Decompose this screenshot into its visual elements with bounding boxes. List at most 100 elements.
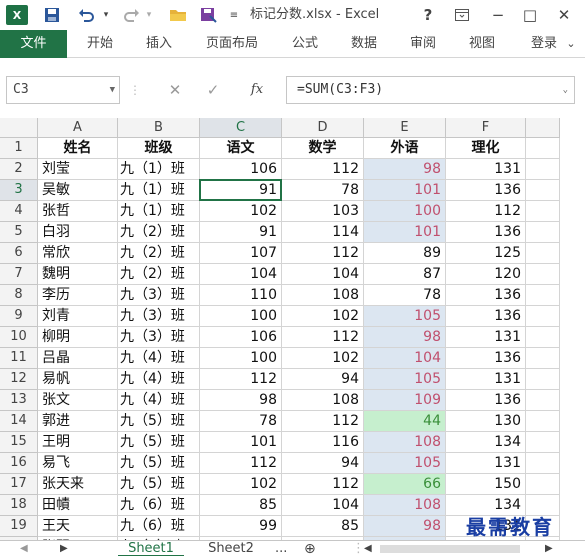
table-cell[interactable]: 常欣 bbox=[38, 243, 118, 264]
column-header-b[interactable]: B bbox=[118, 118, 200, 138]
table-cell[interactable]: 134 bbox=[446, 432, 526, 453]
table-cell[interactable]: 110 bbox=[200, 285, 282, 306]
insert-function-icon[interactable]: fx bbox=[242, 76, 272, 104]
table-cell[interactable]: 101 bbox=[200, 432, 282, 453]
tab-sheet2[interactable]: Sheet2 bbox=[198, 541, 264, 556]
column-header-d[interactable]: D bbox=[282, 118, 364, 138]
table-cell[interactable]: 九（2）班 bbox=[118, 264, 200, 285]
empty-cell[interactable] bbox=[526, 306, 560, 327]
empty-cell[interactable] bbox=[526, 390, 560, 411]
table-cell[interactable]: 101 bbox=[364, 180, 446, 201]
customize-qat-icon[interactable]: ≡ bbox=[228, 3, 240, 27]
enter-entry-icon[interactable]: ✓ bbox=[198, 76, 228, 104]
table-cell[interactable]: 112 bbox=[282, 159, 364, 180]
minimize-button[interactable]: − bbox=[486, 3, 510, 27]
save-as-icon[interactable] bbox=[197, 3, 221, 27]
table-cell[interactable]: 九（4）班 bbox=[118, 369, 200, 390]
table-cell[interactable]: 131 bbox=[446, 327, 526, 348]
table-cell[interactable]: 九（3）班 bbox=[118, 327, 200, 348]
table-cell[interactable]: 89 bbox=[364, 243, 446, 264]
empty-cell[interactable] bbox=[526, 180, 560, 201]
expand-formula-icon[interactable]: ⌄ bbox=[563, 77, 568, 103]
undo-icon[interactable] bbox=[72, 3, 102, 27]
table-cell[interactable]: 131 bbox=[446, 369, 526, 390]
table-cell[interactable]: 李历 bbox=[38, 285, 118, 306]
table-cell[interactable]: 九（5）班 bbox=[118, 411, 200, 432]
tab-home[interactable]: 开始 bbox=[78, 30, 122, 58]
table-cell[interactable]: 101 bbox=[364, 222, 446, 243]
ribbon-display-icon[interactable] bbox=[450, 3, 474, 27]
table-cell[interactable]: 78 bbox=[364, 285, 446, 306]
redo-dropdown-icon[interactable]: ▾ bbox=[143, 3, 155, 27]
empty-cell[interactable] bbox=[526, 201, 560, 222]
select-all-corner[interactable] bbox=[0, 118, 38, 138]
column-header-e[interactable]: E bbox=[364, 118, 446, 138]
row-header[interactable]: 19 bbox=[0, 516, 38, 537]
table-cell[interactable]: 131 bbox=[446, 159, 526, 180]
table-cell[interactable]: 136 bbox=[446, 306, 526, 327]
table-cell[interactable]: 九（2）班 bbox=[118, 243, 200, 264]
table-cell[interactable]: 98 bbox=[364, 327, 446, 348]
table-cell[interactable]: 九（1）班 bbox=[118, 201, 200, 222]
row-header[interactable]: 7 bbox=[0, 264, 38, 285]
table-cell[interactable]: 98 bbox=[364, 516, 446, 537]
empty-cell[interactable] bbox=[526, 264, 560, 285]
table-cell[interactable]: 130 bbox=[446, 411, 526, 432]
tab-formulas[interactable]: 公式 bbox=[283, 30, 327, 58]
tab-insert[interactable]: 插入 bbox=[137, 30, 181, 58]
table-cell[interactable]: 125 bbox=[446, 243, 526, 264]
table-cell[interactable]: 109 bbox=[364, 390, 446, 411]
column-header-c[interactable]: C bbox=[200, 118, 282, 138]
table-cell[interactable]: 九（6）班 bbox=[118, 516, 200, 537]
table-cell[interactable]: 105 bbox=[364, 369, 446, 390]
table-cell[interactable]: 98 bbox=[200, 390, 282, 411]
collapse-ribbon-icon[interactable]: ⌄ bbox=[562, 30, 580, 58]
empty-cell[interactable] bbox=[526, 327, 560, 348]
table-cell[interactable]: 150 bbox=[446, 474, 526, 495]
table-cell[interactable]: 郭进 bbox=[38, 411, 118, 432]
empty-cell[interactable] bbox=[526, 453, 560, 474]
table-cell[interactable]: 100 bbox=[200, 306, 282, 327]
tab-data[interactable]: 数据 bbox=[342, 30, 386, 58]
table-cell[interactable]: 85 bbox=[282, 516, 364, 537]
table-cell[interactable]: 85 bbox=[200, 495, 282, 516]
empty-cell[interactable] bbox=[526, 285, 560, 306]
table-cell[interactable]: 102 bbox=[282, 306, 364, 327]
scroll-left-icon[interactable]: ◀ bbox=[364, 541, 378, 556]
table-cell[interactable]: 100 bbox=[364, 201, 446, 222]
undo-dropdown-icon[interactable]: ▾ bbox=[100, 3, 112, 27]
row-header[interactable]: 9 bbox=[0, 306, 38, 327]
table-cell[interactable]: 112 bbox=[200, 453, 282, 474]
table-cell[interactable]: 116 bbox=[282, 432, 364, 453]
table-cell[interactable]: 99 bbox=[200, 516, 282, 537]
table-cell[interactable]: 120 bbox=[446, 264, 526, 285]
formula-input[interactable]: =SUM(C3:F3) ⌄ bbox=[286, 76, 575, 104]
help-button[interactable]: ? bbox=[418, 3, 438, 27]
tab-splitter[interactable]: ⋮ bbox=[352, 541, 365, 556]
redo-icon[interactable] bbox=[118, 3, 144, 27]
tab-review[interactable]: 审阅 bbox=[401, 30, 445, 58]
row-header[interactable]: 6 bbox=[0, 243, 38, 264]
row-header[interactable]: 3 bbox=[0, 180, 38, 201]
table-cell[interactable]: 104 bbox=[282, 264, 364, 285]
table-cell[interactable]: 魏明 bbox=[38, 264, 118, 285]
table-cell[interactable]: 刘青 bbox=[38, 306, 118, 327]
table-cell[interactable]: 九（3）班 bbox=[118, 285, 200, 306]
table-cell[interactable]: 九（4）班 bbox=[118, 390, 200, 411]
add-sheet-icon[interactable]: ⊕ bbox=[304, 541, 324, 556]
table-cell[interactable]: 136 bbox=[446, 222, 526, 243]
table-cell[interactable]: 112 bbox=[282, 411, 364, 432]
table-cell[interactable]: 102 bbox=[282, 348, 364, 369]
header-cell-e[interactable]: 外语 bbox=[364, 138, 446, 159]
row-header[interactable]: 8 bbox=[0, 285, 38, 306]
table-cell[interactable]: 108 bbox=[364, 495, 446, 516]
empty-cell[interactable] bbox=[526, 138, 560, 159]
table-cell[interactable]: 112 bbox=[282, 243, 364, 264]
table-cell[interactable]: 易帆 bbox=[38, 369, 118, 390]
tab-view[interactable]: 视图 bbox=[460, 30, 504, 58]
table-cell[interactable]: 九（2）班 bbox=[118, 222, 200, 243]
row-header[interactable]: 13 bbox=[0, 390, 38, 411]
table-cell[interactable]: 114 bbox=[282, 222, 364, 243]
table-cell[interactable]: 九（5）班 bbox=[118, 453, 200, 474]
next-sheet-icon[interactable]: ▶ bbox=[60, 541, 74, 556]
